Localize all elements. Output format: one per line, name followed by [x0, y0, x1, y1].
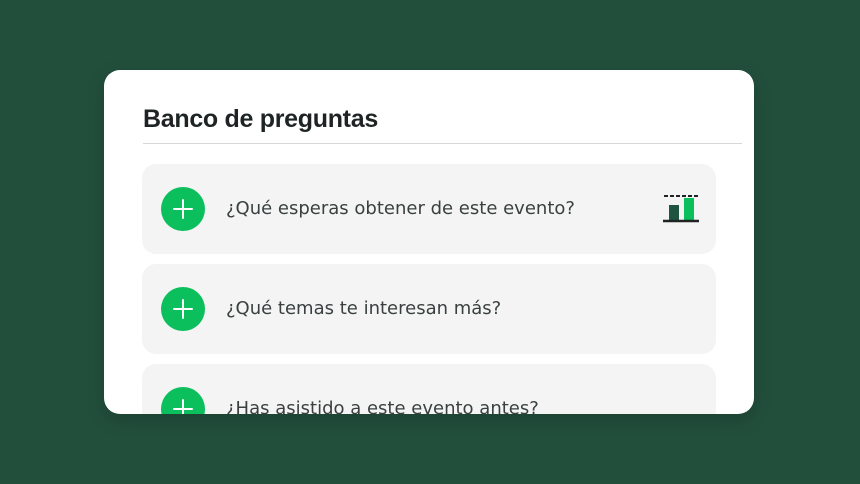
- plus-icon: [173, 199, 193, 219]
- question-text: ¿Qué temas te interesan más?: [226, 298, 502, 319]
- bar-chart-icon: [663, 195, 699, 223]
- question-text: ¿Qué esperas obtener de este evento?: [226, 198, 575, 219]
- question-text: ¿Has asistido a este evento antes?: [226, 398, 539, 414]
- panel-title: Banco de preguntas: [143, 105, 378, 133]
- plus-icon: [173, 299, 193, 319]
- question-item[interactable]: ¿Has asistido a este evento antes?: [142, 364, 716, 414]
- question-list: ¿Qué esperas obtener de este evento? ¿Qu…: [142, 164, 716, 414]
- add-question-button[interactable]: [161, 387, 205, 414]
- add-question-button[interactable]: [161, 187, 205, 231]
- title-divider: [143, 143, 742, 144]
- question-item[interactable]: ¿Qué esperas obtener de este evento?: [142, 164, 716, 254]
- add-question-button[interactable]: [161, 287, 205, 331]
- question-bank-panel: Banco de preguntas ¿Qué esperas obtener …: [104, 70, 754, 414]
- question-item[interactable]: ¿Qué temas te interesan más?: [142, 264, 716, 354]
- plus-icon: [173, 399, 193, 414]
